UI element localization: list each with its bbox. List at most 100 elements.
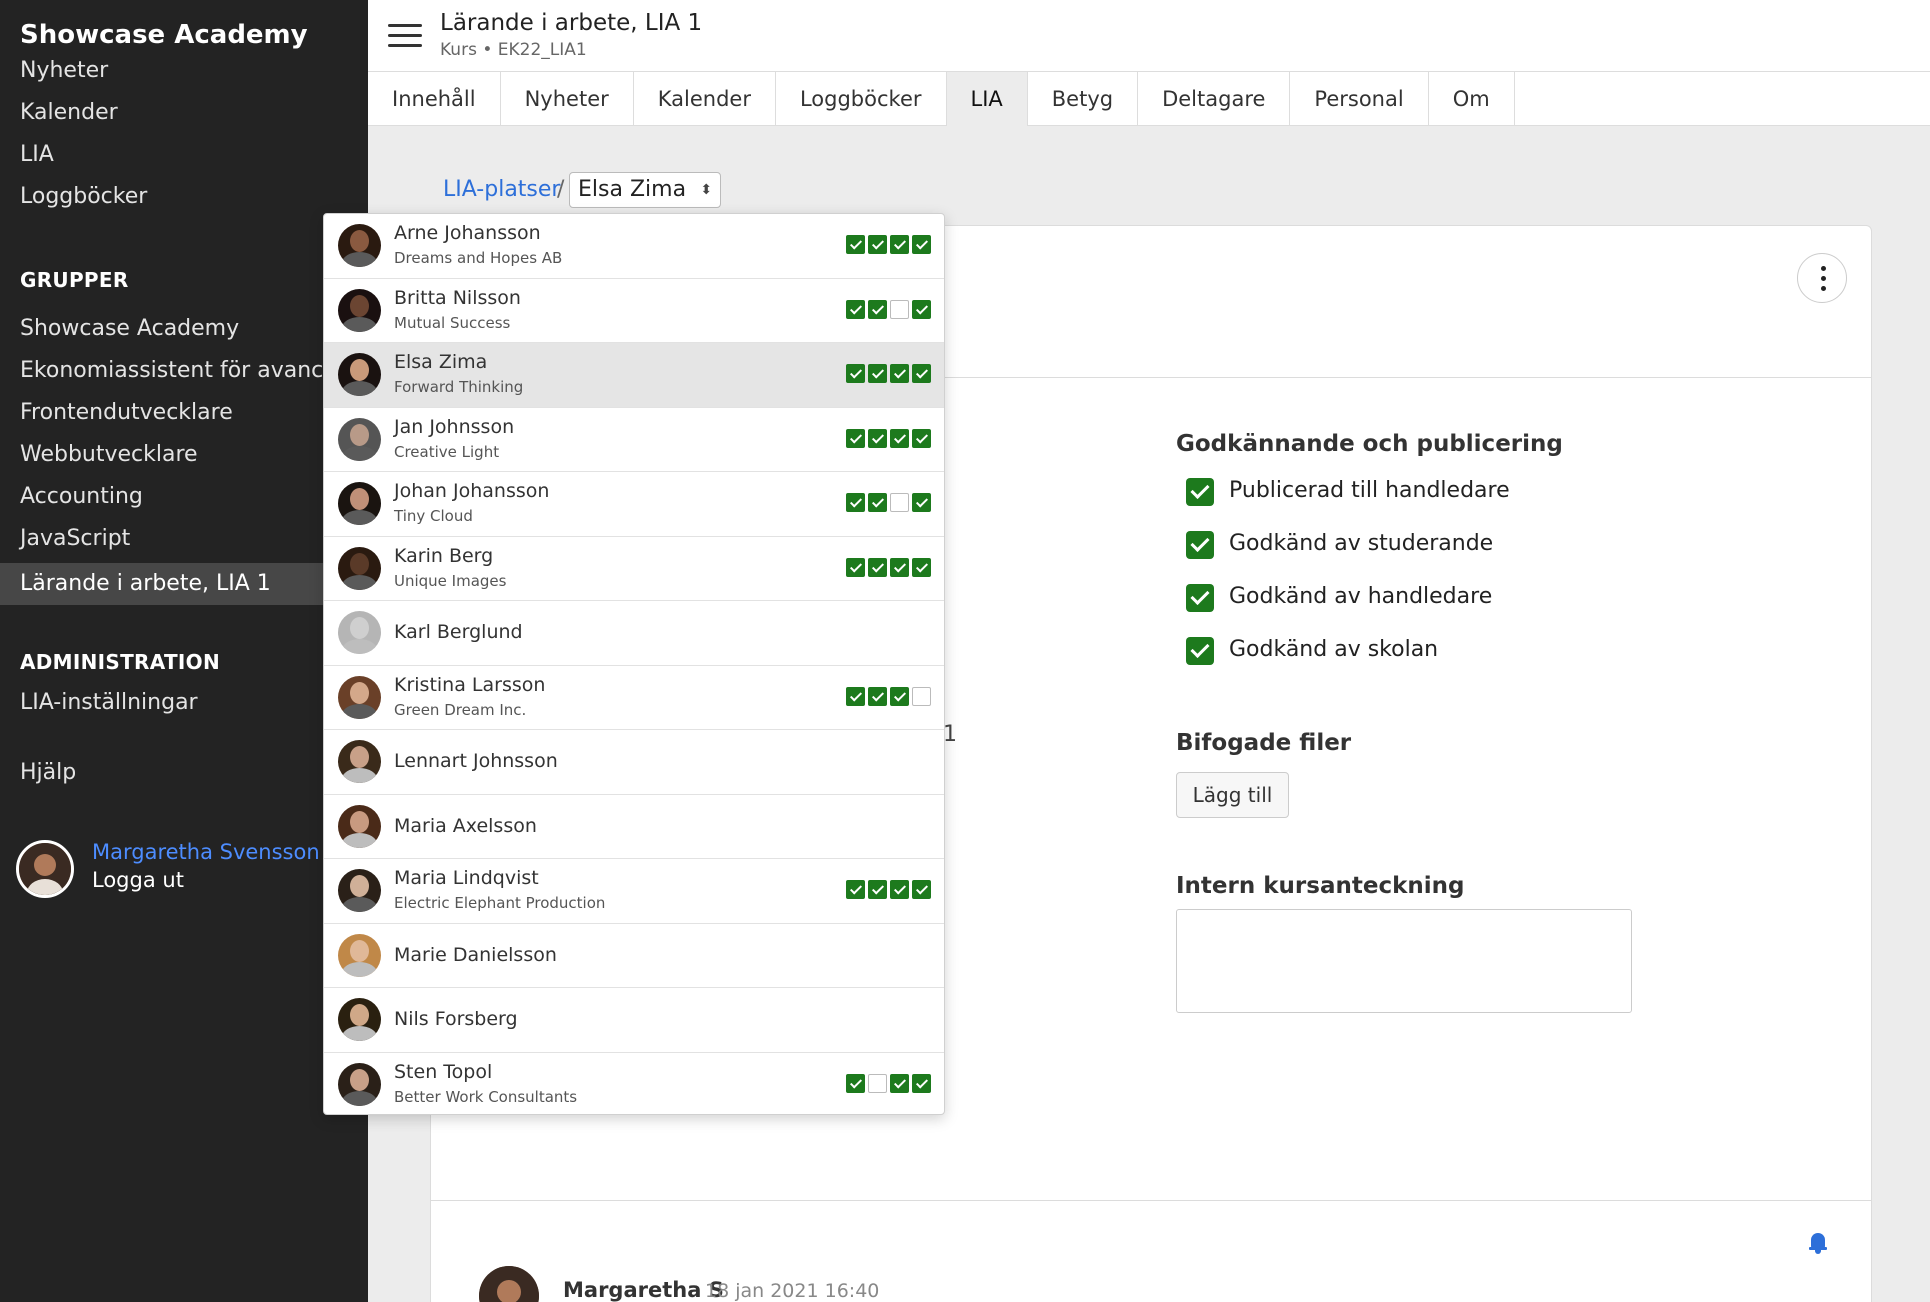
- bell-icon[interactable]: [1809, 1233, 1827, 1254]
- tab-betyg[interactable]: Betyg: [1028, 72, 1139, 126]
- kebab-icon[interactable]: [1797, 253, 1847, 303]
- list-item[interactable]: Lennart Johnsson: [324, 730, 944, 795]
- sidebar-group-ekonomiassistent[interactable]: Ekonomiassistent för avancerad: [20, 358, 368, 383]
- user-name-link[interactable]: Margaretha Svensson: [92, 840, 320, 864]
- check-icon: [868, 880, 887, 899]
- check-icon: [846, 493, 865, 512]
- sidebar-group-javascript[interactable]: JavaScript: [20, 526, 130, 551]
- breadcrumb-lia-platser[interactable]: LIA-platser: [443, 177, 560, 202]
- tab-loggbocker[interactable]: Loggböcker: [776, 72, 947, 126]
- student-select-value: Elsa Zima: [578, 177, 687, 202]
- select-caret-icon: ⬍: [700, 182, 713, 198]
- student-name: Maria Lindqvist: [394, 867, 539, 889]
- list-item[interactable]: Britta Nilsson Mutual Success: [324, 279, 944, 343]
- sidebar-item-lia[interactable]: LIA: [20, 142, 54, 167]
- student-dropdown: Arne Johansson Dreams and Hopes AB Britta …: [323, 213, 945, 1115]
- groups-heading: GRUPPER: [20, 268, 129, 292]
- tab-om[interactable]: Om: [1429, 72, 1515, 126]
- sidebar-group-accounting[interactable]: Accounting: [20, 484, 143, 509]
- check-icon: [868, 235, 887, 254]
- admin-heading: ADMINISTRATION: [20, 650, 221, 674]
- sidebar-group-webb[interactable]: Webbutvecklare: [20, 442, 198, 467]
- approval-status: [846, 557, 934, 577]
- avatar[interactable]: [16, 840, 74, 898]
- internal-note-textarea[interactable]: [1176, 909, 1632, 1013]
- list-item[interactable]: Sten Topol Better Work Consultants: [324, 1053, 944, 1115]
- list-item[interactable]: Jan Johnsson Creative Light: [324, 408, 944, 472]
- sidebar-item-kalender[interactable]: Kalender: [20, 100, 118, 125]
- page-title: Lärande i arbete, LIA 1: [440, 10, 703, 36]
- student-name: Johan Johansson: [394, 480, 550, 502]
- tab-innehall[interactable]: Innehåll: [368, 72, 501, 126]
- check-icon: [890, 880, 909, 899]
- student-name: Jan Johnsson: [394, 415, 515, 438]
- check-icon: [868, 557, 887, 577]
- check-icon: [846, 880, 865, 899]
- partial-text: 1: [943, 722, 957, 747]
- tab-nyheter[interactable]: Nyheter: [501, 72, 634, 126]
- list-item[interactable]: Maria Lindqvist Electric Elephant Product…: [324, 859, 944, 924]
- sidebar-group-lia1[interactable]: Lärande i arbete, LIA 1: [0, 563, 368, 605]
- comment-avatar: [479, 1266, 539, 1302]
- add-attachment-button[interactable]: Lägg till: [1176, 772, 1289, 818]
- sidebar-item-lia-settings[interactable]: LIA-inställningar: [20, 690, 198, 715]
- check-icon: [890, 235, 909, 254]
- hamburger-icon[interactable]: [388, 24, 422, 48]
- tab-personal[interactable]: Personal: [1290, 72, 1429, 126]
- sidebar-item-help[interactable]: Hjälp: [20, 760, 76, 785]
- check-icon: [890, 1073, 909, 1093]
- tab-deltagare[interactable]: Deltagare: [1138, 72, 1291, 126]
- sidebar-group-showcase[interactable]: Showcase Academy: [20, 316, 239, 341]
- check-icon: [912, 428, 931, 448]
- comment-date: 18 jan 2021 16:40: [705, 1280, 880, 1302]
- tab-lia[interactable]: LIA: [946, 72, 1028, 126]
- empty-box-icon: [868, 1073, 887, 1093]
- list-item[interactable]: Karin Berg Unique Images: [324, 537, 944, 601]
- student-company: Dreams and Hopes AB: [394, 249, 563, 267]
- sidebar-item-nyheter[interactable]: Nyheter: [20, 58, 108, 83]
- check-icon[interactable]: [1186, 531, 1214, 559]
- check-icon[interactable]: [1186, 584, 1214, 612]
- logout-link[interactable]: Logga ut: [92, 868, 184, 892]
- approval-status: [846, 364, 934, 383]
- student-company: Creative Light: [394, 442, 500, 461]
- check-icon: [912, 493, 931, 512]
- list-item[interactable]: Kristina Larsson Green Dream Inc.: [324, 666, 944, 730]
- check-icon: [868, 686, 887, 706]
- check-icon: [890, 364, 909, 383]
- comment-author: Margaretha S: [563, 1278, 724, 1302]
- list-item[interactable]: Elsa Zima Forward Thinking: [324, 343, 944, 408]
- student-name: Nils Forsberg: [394, 1008, 518, 1030]
- list-item[interactable]: Marie Danielsson: [324, 924, 944, 988]
- tab-kalender[interactable]: Kalender: [634, 72, 776, 126]
- check-icon: [846, 1073, 865, 1093]
- sidebar-group-frontend[interactable]: Frontendutvecklare: [20, 400, 233, 425]
- student-name: Maria Axelsson: [394, 814, 537, 837]
- list-item[interactable]: Johan Johansson Tiny Cloud: [324, 472, 944, 537]
- check-icon[interactable]: [1186, 478, 1214, 506]
- sidebar-item-loggbocker[interactable]: Loggböcker: [20, 184, 147, 209]
- approval-status: [846, 1073, 934, 1093]
- check-icon: [912, 299, 931, 319]
- student-name: Lennart Johnsson: [394, 750, 558, 772]
- brand-title[interactable]: Showcase Academy: [20, 20, 308, 50]
- check-icon: [890, 557, 909, 577]
- student-company: Green Dream Inc.: [394, 700, 527, 719]
- list-item[interactable]: Arne Johansson Dreams and Hopes AB: [324, 214, 944, 279]
- list-item[interactable]: Maria Axelsson: [324, 795, 944, 859]
- check-icon[interactable]: [1186, 637, 1214, 665]
- avatar: [338, 740, 381, 783]
- student-name: Karin Berg: [394, 544, 494, 567]
- avatar: [338, 482, 381, 525]
- sidebar: Showcase Academy Nyheter Kalender LIA Lo…: [0, 0, 368, 1302]
- approval-status: [846, 235, 934, 254]
- list-item[interactable]: Nils Forsberg: [324, 988, 944, 1053]
- page-subtitle: Kurs • EK22_LIA1: [440, 40, 587, 60]
- list-item[interactable]: Karl Berglund: [324, 601, 944, 666]
- avatar: [338, 675, 381, 719]
- check-icon: [912, 235, 931, 254]
- check-icon: [846, 557, 865, 577]
- student-name: Britta Nilsson: [394, 286, 521, 309]
- course-tabs: Innehåll Nyheter Kalender Loggböcker LIA…: [368, 72, 1930, 126]
- student-select[interactable]: Elsa Zima ⬍: [569, 172, 722, 208]
